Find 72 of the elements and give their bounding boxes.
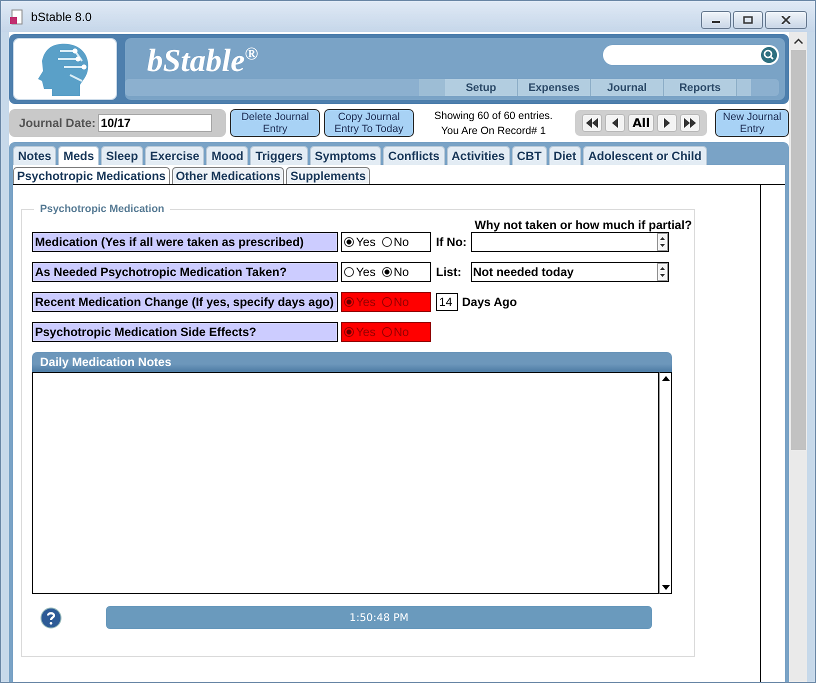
tab[interactable]: Triggers (250, 146, 308, 165)
question-label: As Needed Psychotropic Medication Taken? (32, 262, 338, 282)
text-field[interactable]: Not needed today (471, 262, 669, 282)
field-label: Days Ago (462, 295, 517, 309)
clock-bar: 1:50:48 PM (106, 606, 652, 629)
nav-button[interactable]: Reports (664, 79, 737, 96)
tab[interactable]: Meds (58, 146, 100, 165)
double-left-arrow-icon (586, 118, 598, 128)
text-field[interactable] (471, 232, 669, 252)
last-record-button[interactable] (680, 114, 700, 132)
nav-button[interactable]: Expenses (518, 79, 591, 96)
tab[interactable]: Activities (446, 146, 510, 165)
search-field[interactable] (603, 45, 779, 65)
restore-icon (743, 16, 753, 24)
tab[interactable]: CBT (512, 146, 547, 165)
minimize-button[interactable] (701, 11, 731, 29)
tab[interactable]: Exercise (145, 146, 204, 165)
subtab[interactable]: Psychotropic Medications (13, 167, 170, 184)
question-label: Medication (Yes if all were taken as prescribed) (32, 232, 338, 252)
radio-option[interactable]: Yes (344, 235, 376, 249)
subtab[interactable]: Other Medications (172, 167, 284, 184)
search-icon[interactable] (761, 47, 777, 63)
radio-option[interactable]: No (382, 235, 409, 249)
radio-option[interactable]: No (382, 265, 409, 279)
record-status-text: You Are On Record# 1 (441, 124, 546, 136)
tab[interactable]: Symptoms (310, 146, 382, 165)
question-label: Recent Medication Change (If yes, specify days ago) (32, 292, 338, 312)
tab[interactable]: Conflicts (383, 146, 444, 165)
field-value: Not needed today (472, 265, 574, 279)
next-record-button[interactable] (657, 114, 678, 132)
question-label: Psychotropic Medication Side Effects? (32, 322, 338, 342)
field-label: If No: (436, 235, 468, 249)
nav-button[interactable]: Setup (445, 79, 518, 96)
days-field[interactable]: 14 (436, 293, 458, 311)
section-title: Psychotropic Medication (34, 203, 170, 215)
left-arrow-icon (611, 118, 620, 128)
copy-entry-button[interactable]: Copy Journal Entry To Today (324, 109, 414, 137)
subtab[interactable]: Supplements (286, 167, 370, 184)
all-records-button[interactable]: All (628, 114, 654, 132)
close-icon (781, 16, 791, 24)
app-logo-text: bStable$^{®}$ (147, 42, 258, 79)
tab[interactable]: Notes (13, 146, 56, 165)
double-right-arrow-icon (684, 118, 696, 128)
close-button[interactable] (765, 11, 807, 29)
journal-date-field[interactable]: 10/17 (98, 114, 212, 132)
app-icon (9, 8, 25, 24)
journal-date-label: Journal Date: (19, 116, 96, 130)
new-entry-button[interactable]: New Journal Entry (715, 109, 789, 137)
right-arrow-icon (663, 118, 672, 128)
record-status-text: Showing 60 of 60 entries. (434, 110, 553, 122)
scroll-up-icon[interactable] (662, 375, 670, 381)
scroll-down-icon[interactable] (662, 585, 670, 591)
nav-button[interactable]: Journal (591, 79, 664, 96)
scrollbar[interactable] (789, 32, 807, 682)
tab[interactable]: Sleep (101, 146, 144, 165)
scroll-up-icon[interactable] (794, 38, 802, 44)
previous-record-button[interactable] (605, 114, 626, 132)
first-record-button[interactable] (582, 114, 602, 132)
delete-entry-button[interactable]: Delete Journal Entry (230, 109, 320, 137)
maximize-button[interactable] (733, 11, 763, 29)
tab[interactable]: Mood (206, 146, 248, 165)
tab[interactable]: Adolescent or Child (583, 146, 707, 165)
notes-scrollbar[interactable] (659, 372, 672, 594)
tab[interactable]: Diet (548, 146, 582, 165)
window-title: bStable 8.0 (31, 10, 92, 24)
spinner-icon[interactable] (657, 263, 668, 281)
help-icon[interactable] (40, 606, 62, 628)
radio-option[interactable]: Yes (344, 265, 376, 279)
spinner-icon[interactable] (657, 233, 668, 251)
notes-header: Daily Medication Notes (32, 352, 672, 372)
column-header: Why not taken or how much if partial? (474, 218, 692, 232)
field-label: List: (436, 265, 462, 279)
